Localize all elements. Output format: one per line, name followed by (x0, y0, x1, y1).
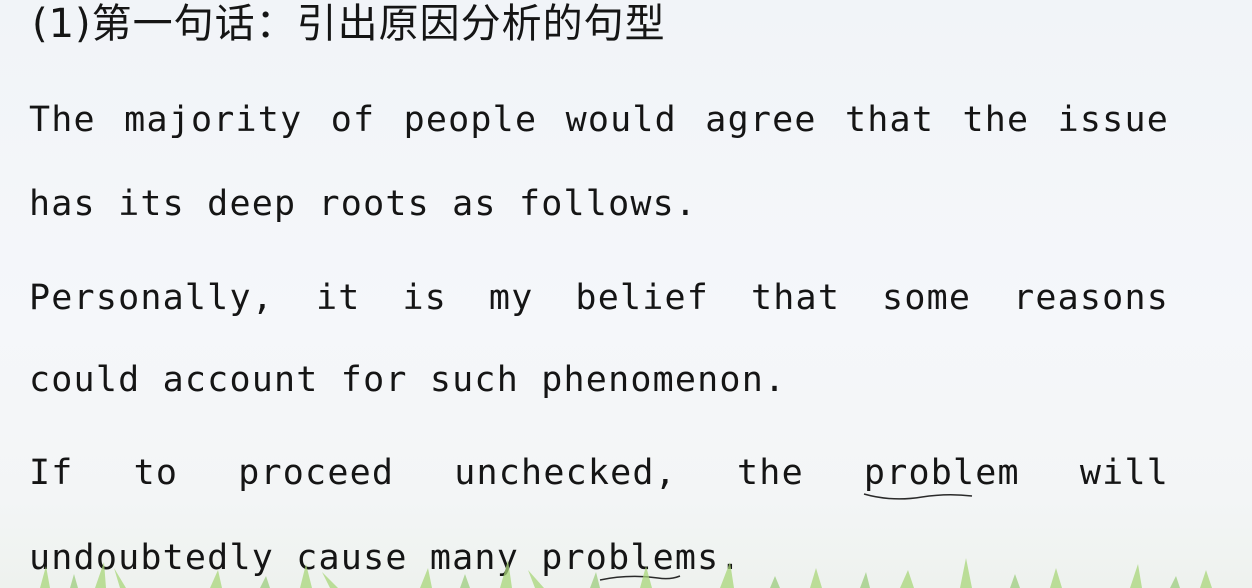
grass-decoration (40, 558, 1212, 588)
slide: (1)第一句话：引出原因分析的句型 The majority of people… (0, 0, 1252, 588)
sentence-line-2: has its deep roots as follows. (29, 184, 698, 224)
handwritten-underline-mark (863, 493, 973, 500)
sentence-line-1: The majority of people would agree that … (29, 100, 1169, 140)
section-heading: (1)第一句话：引出原因分析的句型 (32, 1, 666, 47)
sentence-line-3: Personally, it is my belief that some re… (29, 278, 1169, 318)
sentence-line-5: If to proceed unchecked, the problem wil… (29, 453, 1169, 493)
sentence-line-4: could account for such phenomenon. (29, 360, 787, 400)
